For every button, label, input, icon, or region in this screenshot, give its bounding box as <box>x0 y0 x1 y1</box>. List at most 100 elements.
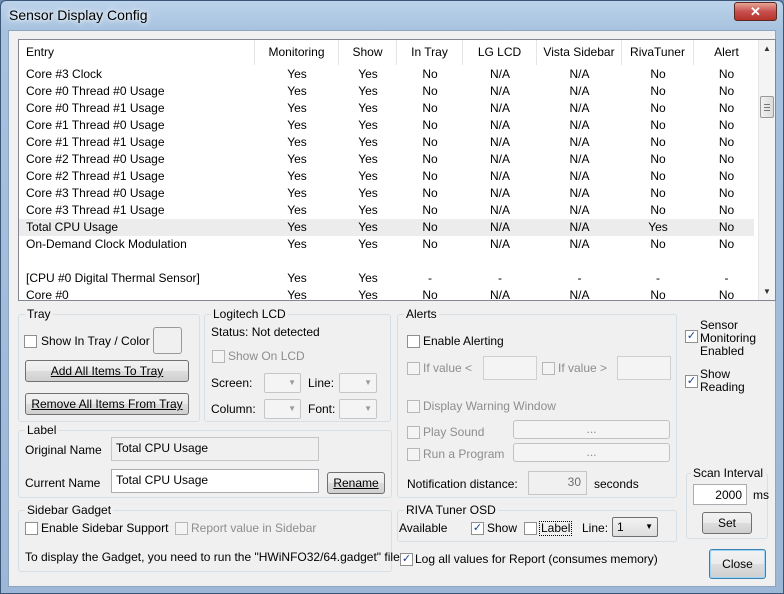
close-button[interactable]: Close <box>709 549 766 579</box>
play-sound-label: Play Sound <box>423 425 485 439</box>
table-row[interactable]: Core #0 Thread #0 Usage Yes Yes No N/A N/A No N… <box>19 83 754 100</box>
scan-interval-title: Scan Interval <box>691 466 766 480</box>
cell-rivatuner: Yes <box>648 220 668 234</box>
column-header-show[interactable]: Show <box>339 40 397 65</box>
if-value-greater-input[interactable] <box>617 356 671 380</box>
tray-color-swatch[interactable] <box>153 327 182 354</box>
sidebar-gadget-group: Sidebar Gadget Enable Sidebar Support Re… <box>18 503 403 572</box>
title-bar[interactable]: Sensor Display Config ✕ <box>1 1 783 31</box>
sensor-list-scrollbar[interactable]: ▲ ▼ <box>758 40 775 300</box>
cell-entry: Core #1 Thread #1 Usage <box>26 135 165 149</box>
show-reading-label: Show Reading <box>700 368 745 394</box>
column-header-monitoring[interactable]: Monitoring <box>255 40 339 65</box>
lcd-font-select[interactable]: ▼ <box>339 399 377 419</box>
remove-all-from-tray-button[interactable]: Remove All Items From Tray <box>25 393 189 415</box>
current-name-label: Current Name <box>25 476 101 490</box>
scroll-down-arrow-icon[interactable]: ▼ <box>759 283 775 300</box>
cell-lg-lcd: N/A <box>489 135 510 149</box>
display-warning-window-checkbox[interactable] <box>407 400 420 413</box>
cell-show: Yes <box>358 169 378 183</box>
cell-monitoring: Yes <box>287 186 307 200</box>
show-on-lcd-checkbox[interactable] <box>212 350 225 363</box>
cell-show: Yes <box>358 237 378 251</box>
notification-distance-input[interactable]: 30 <box>528 471 587 495</box>
run-program-checkbox[interactable] <box>407 448 420 461</box>
lcd-line-select[interactable]: ▼ <box>339 373 377 393</box>
enable-sidebar-checkbox[interactable] <box>25 522 38 535</box>
sidebar-gadget-title: Sidebar Gadget <box>25 503 114 517</box>
report-value-sidebar-checkbox[interactable] <box>175 522 188 535</box>
column-header-in-tray[interactable]: In Tray <box>397 40 463 65</box>
lcd-screen-select[interactable]: ▼ <box>264 373 301 393</box>
if-value-greater-label: If value > <box>558 361 608 375</box>
cell-in-tray: No <box>422 237 438 251</box>
run-program-browse-button[interactable]: ... <box>513 443 670 462</box>
cell-alert: No <box>718 237 735 251</box>
scroll-up-arrow-icon[interactable]: ▲ <box>759 40 775 57</box>
cell-show: Yes <box>358 288 378 301</box>
column-header-lg-lcd[interactable]: LG LCD <box>463 40 537 65</box>
scan-interval-input[interactable]: 2000 <box>693 484 747 505</box>
riva-show-checkbox[interactable]: ✓ <box>471 522 484 535</box>
cell-lg-lcd: - <box>498 271 502 285</box>
cell-monitoring: Yes <box>287 271 307 285</box>
column-header-vista-sidebar[interactable]: Vista Sidebar <box>537 40 622 65</box>
chevron-down-icon: ▼ <box>364 404 372 413</box>
show-in-tray-checkbox[interactable] <box>24 335 37 348</box>
scroll-thumb[interactable] <box>760 96 774 118</box>
cell-show: Yes <box>358 67 378 81</box>
riva-tuner-osd-title: RIVA Tuner OSD <box>404 503 498 517</box>
table-row[interactable]: Core #0 Yes Yes No N/A N/A No No <box>19 287 754 301</box>
enable-alerting-checkbox[interactable] <box>407 335 420 348</box>
original-name-label: Original Name <box>25 443 102 457</box>
table-row[interactable]: Total CPU Usage Yes Yes No N/A N/A Yes No <box>19 219 754 236</box>
table-row[interactable]: Core #3 Clock Yes Yes No N/A N/A No No <box>19 66 754 83</box>
cell-rivatuner: No <box>650 67 666 81</box>
sensor-list[interactable]: Entry Monitoring Show In Tray LG LCD Vis… <box>18 39 776 301</box>
table-row[interactable]: Core #1 Thread #0 Usage Yes Yes No N/A N/A No N… <box>19 117 754 134</box>
cell-rivatuner <box>622 253 694 270</box>
log-all-values-checkbox[interactable]: ✓ <box>400 553 413 566</box>
cell-monitoring: Yes <box>287 203 307 217</box>
if-value-less-input[interactable] <box>483 356 537 380</box>
column-header-alert[interactable]: Alert <box>694 40 759 65</box>
table-row[interactable]: Core #2 Thread #0 Usage Yes Yes No N/A N/A No N… <box>19 151 754 168</box>
rename-button[interactable]: Rename <box>327 472 385 494</box>
table-row[interactable]: Core #3 Thread #1 Usage Yes Yes No N/A N/A No N… <box>19 202 754 219</box>
column-header-entry[interactable]: Entry <box>19 40 255 65</box>
add-all-to-tray-button[interactable]: Add All Items To Tray <box>25 360 189 382</box>
cell-monitoring: Yes <box>287 101 307 115</box>
show-reading-checkbox[interactable]: ✓ <box>685 375 698 388</box>
cell-vista-sidebar: N/A <box>569 220 590 234</box>
sensor-list-header: Entry Monitoring Show In Tray LG LCD Vis… <box>19 40 759 65</box>
cell-alert: No <box>718 186 735 200</box>
current-name-input[interactable]: Total CPU Usage <box>111 469 319 493</box>
cell-entry: Core #0 <box>26 288 69 301</box>
sensor-monitoring-enabled-checkbox[interactable]: ✓ <box>685 330 698 343</box>
table-row[interactable]: On-Demand Clock Modulation Yes Yes No N/A N/A… <box>19 236 754 253</box>
cell-alert: No <box>718 220 735 234</box>
cell-vista-sidebar: N/A <box>569 135 590 149</box>
table-row[interactable]: Core #2 Thread #1 Usage Yes Yes No N/A N/A No N… <box>19 168 754 185</box>
cell-monitoring <box>255 253 339 270</box>
table-row[interactable]: Core #0 Thread #1 Usage Yes Yes No N/A N/A No N… <box>19 100 754 117</box>
lcd-column-select[interactable]: ▼ <box>264 399 301 419</box>
riva-label-checkbox[interactable] <box>524 522 537 535</box>
play-sound-checkbox[interactable] <box>407 426 420 439</box>
lcd-screen-label: Screen: <box>211 376 253 390</box>
set-scan-interval-button[interactable]: Set <box>702 512 752 534</box>
window-close-button[interactable]: ✕ <box>734 2 777 21</box>
if-value-less-checkbox[interactable] <box>407 362 420 375</box>
table-row[interactable]: [CPU #0 Digital Thermal Sensor] Yes Yes - - -… <box>19 270 754 287</box>
riva-tuner-osd-group: RIVA Tuner OSD Available ✓ Show Label Li… <box>397 503 677 542</box>
column-header-rivatuner[interactable]: RivaTuner <box>622 40 694 65</box>
cell-show: Yes <box>358 84 378 98</box>
if-value-greater-checkbox[interactable] <box>542 362 555 375</box>
table-row[interactable] <box>19 253 754 270</box>
riva-line-select[interactable]: 1 ▼ <box>612 517 658 537</box>
cell-vista-sidebar: N/A <box>569 67 590 81</box>
play-sound-browse-button[interactable]: ... <box>513 420 670 439</box>
table-row[interactable]: Core #1 Thread #1 Usage Yes Yes No N/A N/A No N… <box>19 134 754 151</box>
table-row[interactable]: Core #3 Thread #0 Usage Yes Yes No N/A N/A No N… <box>19 185 754 202</box>
show-reading-line2: Reading <box>700 380 745 394</box>
